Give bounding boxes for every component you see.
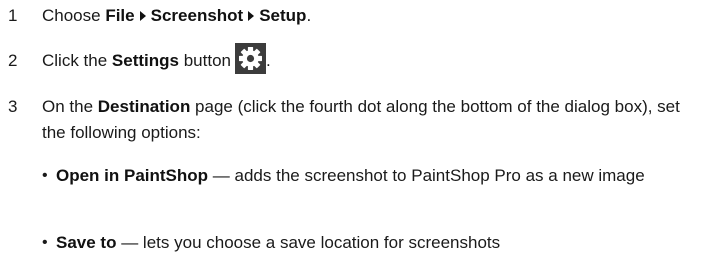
option-label: Save to	[56, 233, 117, 252]
bullet-icon: •	[42, 234, 48, 251]
menu-file: File	[105, 6, 135, 25]
step-number: 3	[8, 97, 18, 116]
settings-label: Settings	[111, 51, 179, 70]
gear-icon	[234, 43, 266, 75]
step-number: 1	[8, 6, 18, 25]
option-description: — adds the screenshot to PaintShop Pro a…	[208, 166, 645, 185]
menu-screenshot: Screenshot	[150, 6, 244, 25]
step-text: On the Destination page (click the fourt…	[42, 94, 707, 146]
destination-label: Destination	[97, 97, 191, 116]
step-prefix: Choose	[42, 6, 106, 25]
menu-arrow-icon	[139, 11, 146, 22]
menu-setup: Setup	[259, 6, 307, 25]
step-prefix: On the	[42, 97, 98, 116]
step-suffix: .	[265, 51, 271, 70]
bullet-icon: •	[42, 167, 48, 184]
step-text: Click the Settings button .	[42, 43, 707, 75]
option-label: Open in PaintShop	[56, 166, 209, 185]
instruction-document: 1 Choose File Screenshot Setup. 2 Click th…	[0, 0, 715, 270]
step-prefix: Click the	[42, 51, 112, 70]
menu-arrow-icon	[248, 11, 255, 22]
option-description: — lets you choose a save location for sc…	[116, 233, 501, 252]
step-suffix: .	[306, 6, 312, 25]
step-middle: button	[178, 51, 231, 70]
step-text: Choose File Screenshot Setup.	[42, 3, 707, 29]
option-text: Save to — lets you choose a save locatio…	[56, 230, 706, 256]
option-text: Open in PaintShop — adds the screenshot …	[56, 163, 706, 189]
step-number: 2	[8, 51, 18, 70]
